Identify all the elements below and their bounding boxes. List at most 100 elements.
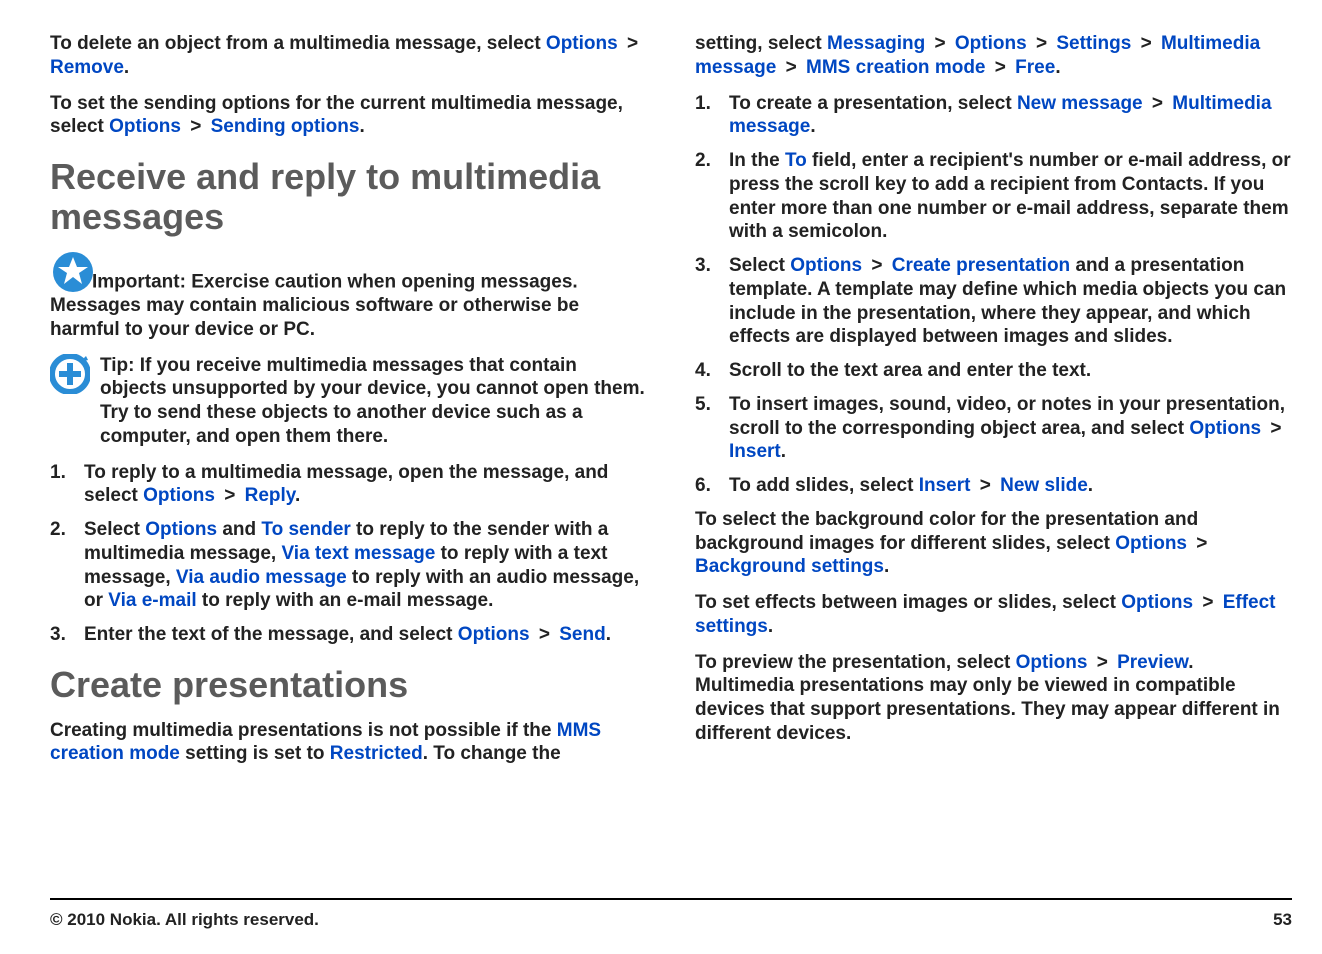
link-via-email: Via e-mail bbox=[108, 590, 196, 611]
text: field, enter a recipient's number or e-m… bbox=[729, 150, 1291, 242]
text: . bbox=[1088, 475, 1093, 496]
link-restricted: Restricted bbox=[330, 743, 423, 764]
reply-steps-list: To reply to a multimedia message, open t… bbox=[50, 461, 647, 647]
page-body: To delete an object from a multimedia me… bbox=[0, 0, 1322, 830]
link-insert: Insert bbox=[729, 441, 781, 462]
para-change-setting: setting, select Messaging > Options > Se… bbox=[695, 32, 1292, 80]
list-item: In the To field, enter a recipient's num… bbox=[695, 149, 1292, 244]
link-insert: Insert bbox=[919, 475, 971, 496]
text: . bbox=[359, 116, 364, 137]
link-options: Options bbox=[143, 485, 215, 506]
para-sending-options: To set the sending options for the curre… bbox=[50, 92, 647, 140]
list-item: Select Options > Create presentation and… bbox=[695, 254, 1292, 349]
link-messaging: Messaging bbox=[827, 33, 925, 54]
important-block: Important: Exercise caution when opening… bbox=[50, 250, 647, 342]
text: To set effects between images or slides,… bbox=[695, 592, 1121, 613]
text: . bbox=[606, 624, 611, 645]
tip-plus-icon bbox=[50, 354, 90, 394]
important-label: Important: bbox=[92, 271, 186, 292]
text: In the bbox=[729, 150, 785, 171]
text: To create a presentation, select bbox=[729, 93, 1017, 114]
para-mms-restricted: Creating multimedia presentations is not… bbox=[50, 719, 647, 767]
list-item: Scroll to the text area and enter the te… bbox=[695, 359, 1292, 383]
list-item: To reply to a multimedia message, open t… bbox=[50, 461, 647, 509]
link-options: Options bbox=[790, 255, 862, 276]
separator: > bbox=[930, 33, 949, 54]
link-options: Options bbox=[145, 519, 217, 540]
separator: > bbox=[1148, 93, 1167, 114]
text: . bbox=[124, 57, 129, 78]
separator: > bbox=[186, 116, 205, 137]
separator: > bbox=[623, 33, 642, 54]
heading-receive-reply: Receive and reply to multimedia messages bbox=[50, 157, 647, 236]
footer-page-number: 53 bbox=[1273, 910, 1292, 930]
text: to reply with an e-mail message. bbox=[197, 590, 494, 611]
link-mms-creation-mode: MMS creation mode bbox=[806, 57, 985, 78]
link-to-sender: To sender bbox=[261, 519, 350, 540]
link-options: Options bbox=[1121, 592, 1193, 613]
tip-text: If you receive multimedia messages that … bbox=[100, 355, 645, 447]
link-to-field: To bbox=[785, 150, 807, 171]
heading-create-presentations: Create presentations bbox=[50, 665, 647, 705]
text: . bbox=[768, 616, 773, 637]
link-free: Free bbox=[1015, 57, 1055, 78]
text: setting, select bbox=[695, 33, 827, 54]
important-star-icon bbox=[50, 250, 96, 294]
link-sending-options: Sending options bbox=[211, 116, 360, 137]
para-background-settings: To select the background color for the p… bbox=[695, 508, 1292, 579]
text: Select bbox=[84, 519, 145, 540]
list-item: Enter the text of the message, and selec… bbox=[50, 623, 647, 647]
link-options: Options bbox=[955, 33, 1027, 54]
text: Enter the text of the message, and selec… bbox=[84, 624, 458, 645]
link-create-presentation: Create presentation bbox=[892, 255, 1070, 276]
text: . bbox=[884, 556, 889, 577]
separator: > bbox=[1032, 33, 1051, 54]
separator: > bbox=[976, 475, 995, 496]
para-delete-object: To delete an object from a multimedia me… bbox=[50, 32, 647, 80]
link-via-audio: Via audio message bbox=[176, 567, 347, 588]
link-options: Options bbox=[458, 624, 530, 645]
text: Creating multimedia presentations is not… bbox=[50, 720, 557, 741]
separator: > bbox=[1198, 592, 1217, 613]
footer-copyright: © 2010 Nokia. All rights reserved. bbox=[50, 910, 319, 930]
separator: > bbox=[782, 57, 801, 78]
separator: > bbox=[1192, 533, 1211, 554]
text: . To change the bbox=[423, 743, 561, 764]
link-options: Options bbox=[1115, 533, 1187, 554]
separator: > bbox=[1093, 652, 1112, 673]
separator: > bbox=[1266, 418, 1285, 439]
link-options: Options bbox=[109, 116, 181, 137]
create-presentation-steps: To create a presentation, select New mes… bbox=[695, 92, 1292, 498]
page-footer: © 2010 Nokia. All rights reserved. 53 bbox=[50, 898, 1292, 930]
text: To preview the presentation, select bbox=[695, 652, 1016, 673]
separator: > bbox=[867, 255, 886, 276]
separator: > bbox=[1137, 33, 1156, 54]
separator: > bbox=[220, 485, 239, 506]
list-item: To create a presentation, select New mes… bbox=[695, 92, 1292, 140]
link-options: Options bbox=[1016, 652, 1088, 673]
link-new-message: New message bbox=[1017, 93, 1143, 114]
text: . bbox=[1055, 57, 1060, 78]
para-preview: To preview the presentation, select Opti… bbox=[695, 651, 1292, 746]
separator: > bbox=[535, 624, 554, 645]
text: To delete an object from a multimedia me… bbox=[50, 33, 546, 54]
link-send: Send bbox=[559, 624, 605, 645]
tip-block: Tip: If you receive multimedia messages … bbox=[50, 354, 647, 449]
link-remove: Remove bbox=[50, 57, 124, 78]
list-item: To insert images, sound, video, or notes… bbox=[695, 393, 1292, 464]
link-via-text: Via text message bbox=[281, 543, 435, 564]
tip-label: Tip: bbox=[100, 355, 134, 376]
link-new-slide: New slide bbox=[1000, 475, 1088, 496]
text: . bbox=[295, 485, 300, 506]
link-options: Options bbox=[546, 33, 618, 54]
list-item: To add slides, select Insert > New slide… bbox=[695, 474, 1292, 498]
link-reply: Reply bbox=[245, 485, 295, 506]
text: To add slides, select bbox=[729, 475, 919, 496]
text: Scroll to the text area and enter the te… bbox=[729, 360, 1091, 381]
separator: > bbox=[991, 57, 1010, 78]
text: and bbox=[217, 519, 261, 540]
link-settings: Settings bbox=[1056, 33, 1131, 54]
link-options: Options bbox=[1189, 418, 1261, 439]
text: . bbox=[781, 441, 786, 462]
link-background-settings: Background settings bbox=[695, 556, 884, 577]
